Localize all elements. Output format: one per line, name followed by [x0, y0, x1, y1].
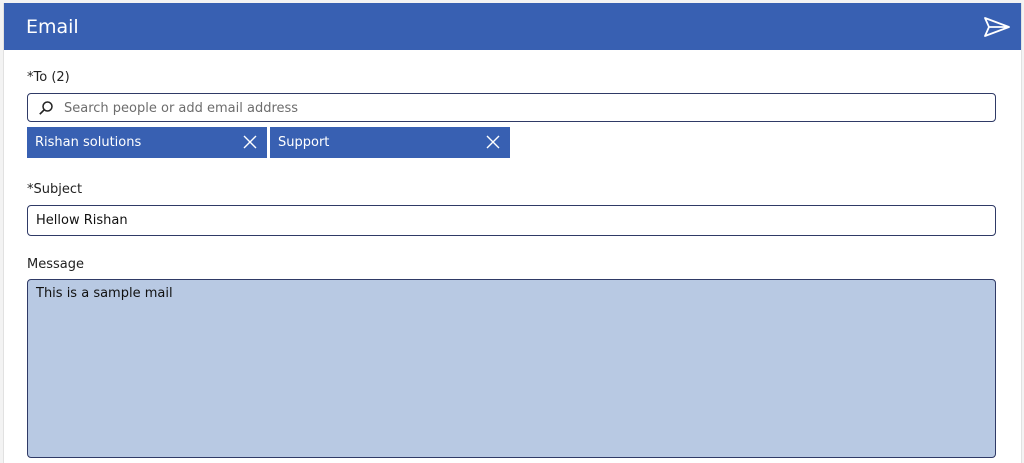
to-label: *To (2): [27, 70, 70, 85]
search-icon: [39, 101, 53, 115]
email-form: Email *To (2) Rishan solutions Support *…: [3, 3, 1022, 463]
close-icon[interactable]: [485, 134, 501, 150]
recipient-search[interactable]: [27, 93, 996, 122]
recipient-chip: Rishan solutions: [27, 127, 267, 158]
recipient-name: Support: [278, 135, 330, 150]
recipient-chip: Support: [270, 127, 510, 158]
header-bar: Email: [4, 3, 1021, 50]
send-icon: [984, 17, 1010, 37]
recipient-name: Rishan solutions: [35, 135, 142, 150]
message-label: Message: [27, 257, 84, 272]
send-button[interactable]: [982, 14, 1012, 40]
page-title: Email: [26, 16, 79, 38]
message-value: This is a sample mail: [36, 286, 173, 301]
close-icon[interactable]: [242, 134, 258, 150]
subject-label: *Subject: [27, 182, 83, 197]
subject-field[interactable]: Hellow Rishan: [27, 205, 996, 236]
subject-value: Hellow Rishan: [36, 213, 128, 228]
message-textarea[interactable]: This is a sample mail: [27, 279, 996, 458]
search-input[interactable]: [62, 97, 986, 120]
